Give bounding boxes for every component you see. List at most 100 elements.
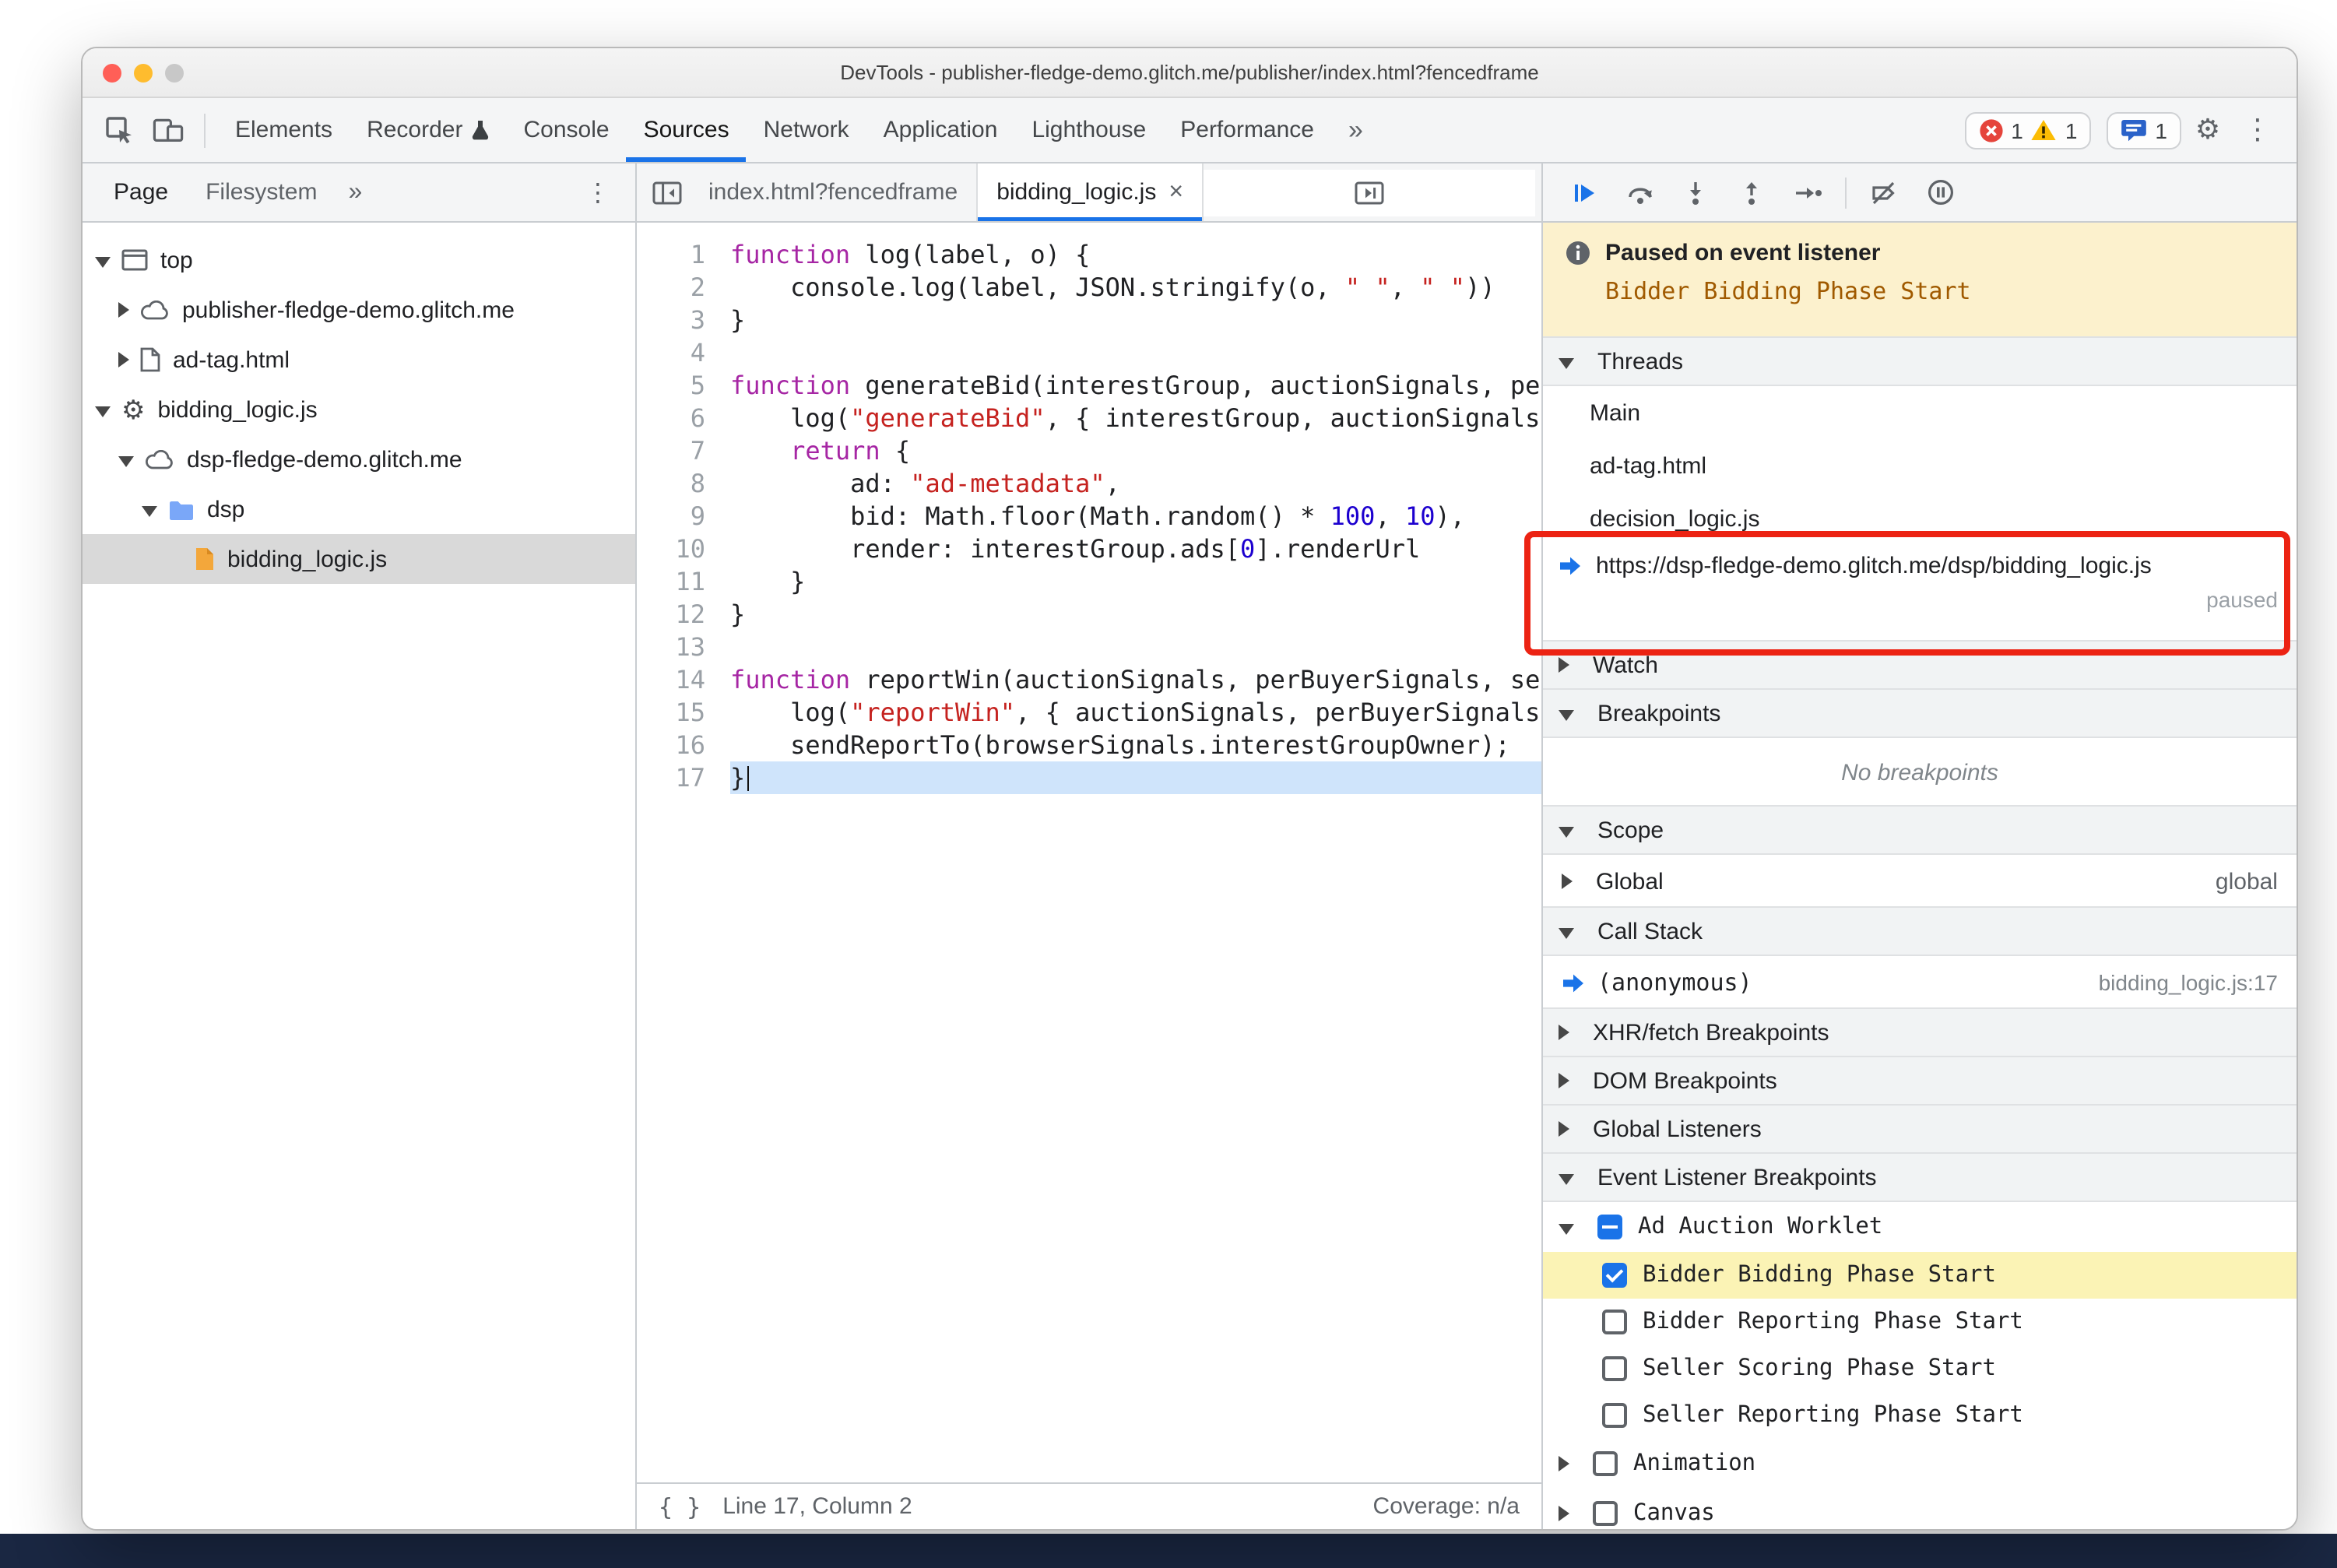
line-number[interactable]: 10 <box>637 533 730 565</box>
devtools-tab-lighthouse[interactable]: Lighthouse <box>1014 98 1163 162</box>
code-text[interactable]: function generateBid(interestGroup, auct… <box>730 369 1541 402</box>
close-window-button[interactable] <box>103 63 121 82</box>
line-number[interactable]: 7 <box>637 434 730 467</box>
editor-tab-bidding-logic-js[interactable]: bidding_logic.js × <box>978 163 1204 221</box>
code-text[interactable]: render: interestGroup.ads[0].renderUrl <box>730 533 1541 565</box>
elb-group-ad-auction-worklet[interactable]: Ad Auction Worklet <box>1543 1202 2297 1252</box>
format-code-icon[interactable]: { } <box>659 1492 701 1521</box>
line-number[interactable]: 2 <box>637 271 730 304</box>
code-text[interactable] <box>730 631 1541 663</box>
thread-item-ad-tag-html[interactable]: ad-tag.html <box>1543 439 2297 492</box>
expand-arrow-icon[interactable] <box>118 455 134 466</box>
step-over-icon[interactable] <box>1618 171 1661 214</box>
editor-tab-index-html-fencedframe[interactable]: index.html?fencedframe <box>690 163 979 221</box>
window-titlebar[interactable]: DevTools - publisher-fledge-demo.glitch.… <box>83 48 2297 98</box>
checkbox-unchecked[interactable] <box>1593 1451 1618 1476</box>
expand-arrow-icon[interactable] <box>1559 1223 1574 1234</box>
global-listeners-section-header[interactable]: Global Listeners <box>1543 1104 2297 1154</box>
settings-gear-icon[interactable]: ⚙ <box>2184 107 2231 153</box>
code-text[interactable]: } <box>730 565 1541 598</box>
collapse-arrow-icon[interactable] <box>118 302 129 318</box>
expand-arrow-icon[interactable] <box>95 406 111 417</box>
device-toolbar-icon[interactable] <box>145 107 192 153</box>
code-editor[interactable]: 1 function log(label, o) {2 console.log(l… <box>637 223 1541 1482</box>
watch-section-header[interactable]: Watch <box>1543 640 2297 690</box>
scope-global-row[interactable]: Global global <box>1543 855 2297 908</box>
line-number[interactable]: 11 <box>637 565 730 598</box>
checkbox-unchecked[interactable] <box>1602 1403 1627 1428</box>
line-number[interactable]: 3 <box>637 304 730 336</box>
tab-filesystem[interactable]: Filesystem <box>190 163 332 221</box>
tab-page[interactable]: Page <box>98 163 184 221</box>
tree-item-top[interactable]: top <box>83 235 635 285</box>
elb-group-canvas[interactable]: Canvas <box>1543 1489 2297 1529</box>
code-text[interactable]: sendReportTo(browserSignals.interestGrou… <box>730 729 1541 761</box>
code-text[interactable]: } <box>730 304 1541 336</box>
line-number[interactable]: 9 <box>637 500 730 533</box>
elb-item-bidder-bidding-phase-start[interactable]: Bidder Bidding Phase Start <box>1543 1252 2297 1299</box>
collapse-arrow-icon[interactable] <box>118 352 129 367</box>
pause-on-exceptions-icon[interactable] <box>1918 171 1962 214</box>
scope-section-header[interactable]: Scope <box>1543 805 2297 855</box>
code-text[interactable]: log("reportWin", { auctionSignals, perBu… <box>730 696 1541 729</box>
code-text[interactable]: function reportWin(auctionSignals, perBu… <box>730 663 1541 696</box>
tree-item-dsp-fledge-demo-glitch-me[interactable]: dsp-fledge-demo.glitch.me <box>83 434 635 484</box>
checkbox-unchecked[interactable] <box>1602 1310 1627 1334</box>
tree-item-dsp[interactable]: dsp <box>83 484 635 534</box>
dom-breakpoints-section-header[interactable]: DOM Breakpoints <box>1543 1056 2297 1106</box>
devtools-tab-sources[interactable]: Sources <box>627 98 747 162</box>
code-text[interactable]: } <box>730 598 1541 631</box>
issues-badge[interactable]: 1 <box>2107 111 2181 149</box>
thread-item-active[interactable]: https://dsp-fledge-demo.glitch.me/dsp/bi… <box>1543 545 2297 642</box>
tree-item-ad-tag-html[interactable]: ad-tag.html <box>83 335 635 385</box>
expand-arrow-icon[interactable] <box>95 256 111 267</box>
line-number[interactable]: 16 <box>637 729 730 761</box>
tree-item-publisher-fledge-demo-glitch-me[interactable]: publisher-fledge-demo.glitch.me <box>83 285 635 335</box>
line-number[interactable]: 4 <box>637 336 730 369</box>
open-more-tabs-icon[interactable] <box>1204 169 1535 216</box>
minimize-window-button[interactable] <box>134 63 153 82</box>
threads-section-header[interactable]: Threads <box>1543 336 2297 386</box>
line-number[interactable]: 5 <box>637 369 730 402</box>
devtools-tab-application[interactable]: Application <box>866 98 1015 162</box>
code-text[interactable]: ad: "ad-metadata", <box>730 467 1541 500</box>
checkbox-checked[interactable] <box>1602 1263 1627 1288</box>
xhr-breakpoints-section-header[interactable]: XHR/fetch Breakpoints <box>1543 1007 2297 1057</box>
line-number[interactable]: 8 <box>637 467 730 500</box>
code-text[interactable]: return { <box>730 434 1541 467</box>
checkbox-unchecked[interactable] <box>1593 1501 1618 1526</box>
elb-group-animation[interactable]: Animation <box>1543 1439 2297 1489</box>
more-tabs-icon[interactable]: » <box>1331 98 1380 162</box>
navigator-menu-icon[interactable]: ⋮ <box>576 163 620 221</box>
step-out-icon[interactable] <box>1730 171 1773 214</box>
call-stack-frame[interactable]: (anonymous) bidding_logic.js:17 <box>1543 956 2297 1009</box>
close-tab-icon[interactable]: × <box>1168 178 1183 206</box>
line-number[interactable]: 17 <box>637 761 730 794</box>
resume-script-icon[interactable] <box>1562 171 1605 214</box>
call-stack-section-header[interactable]: Call Stack <box>1543 906 2297 956</box>
line-number[interactable]: 15 <box>637 696 730 729</box>
console-status-badges[interactable]: 1 1 <box>1964 111 2092 149</box>
line-number[interactable]: 1 <box>637 238 730 271</box>
collapse-arrow-icon[interactable] <box>1559 1456 1569 1471</box>
collapse-arrow-icon[interactable] <box>1562 874 1573 889</box>
step-into-icon[interactable] <box>1674 171 1717 214</box>
elb-item-seller-reporting-phase-start[interactable]: Seller Reporting Phase Start <box>1543 1392 2297 1439</box>
inspect-element-icon[interactable] <box>95 107 142 153</box>
deactivate-breakpoints-icon[interactable] <box>1862 171 1906 214</box>
devtools-tab-network[interactable]: Network <box>747 98 866 162</box>
code-text[interactable]: function log(label, o) { <box>730 238 1541 271</box>
step-icon[interactable] <box>1786 171 1829 214</box>
code-text[interactable]: bid: Math.floor(Math.random() * 100, 10)… <box>730 500 1541 533</box>
line-number[interactable]: 14 <box>637 663 730 696</box>
code-text[interactable] <box>730 336 1541 369</box>
elb-item-bidder-reporting-phase-start[interactable]: Bidder Reporting Phase Start <box>1543 1299 2297 1345</box>
devtools-tab-performance[interactable]: Performance <box>1163 98 1331 162</box>
line-number[interactable]: 6 <box>637 402 730 434</box>
expand-arrow-icon[interactable] <box>142 505 157 516</box>
tree-item-bidding-logic-js[interactable]: bidding_logic.js <box>83 534 635 584</box>
code-text[interactable]: log("generateBid", { interestGroup, auct… <box>730 402 1541 434</box>
call-stack-location[interactable]: bidding_logic.js:17 <box>2099 970 2278 995</box>
checkbox-unchecked[interactable] <box>1602 1356 1627 1381</box>
devtools-tab-recorder[interactable]: Recorder <box>350 98 506 162</box>
